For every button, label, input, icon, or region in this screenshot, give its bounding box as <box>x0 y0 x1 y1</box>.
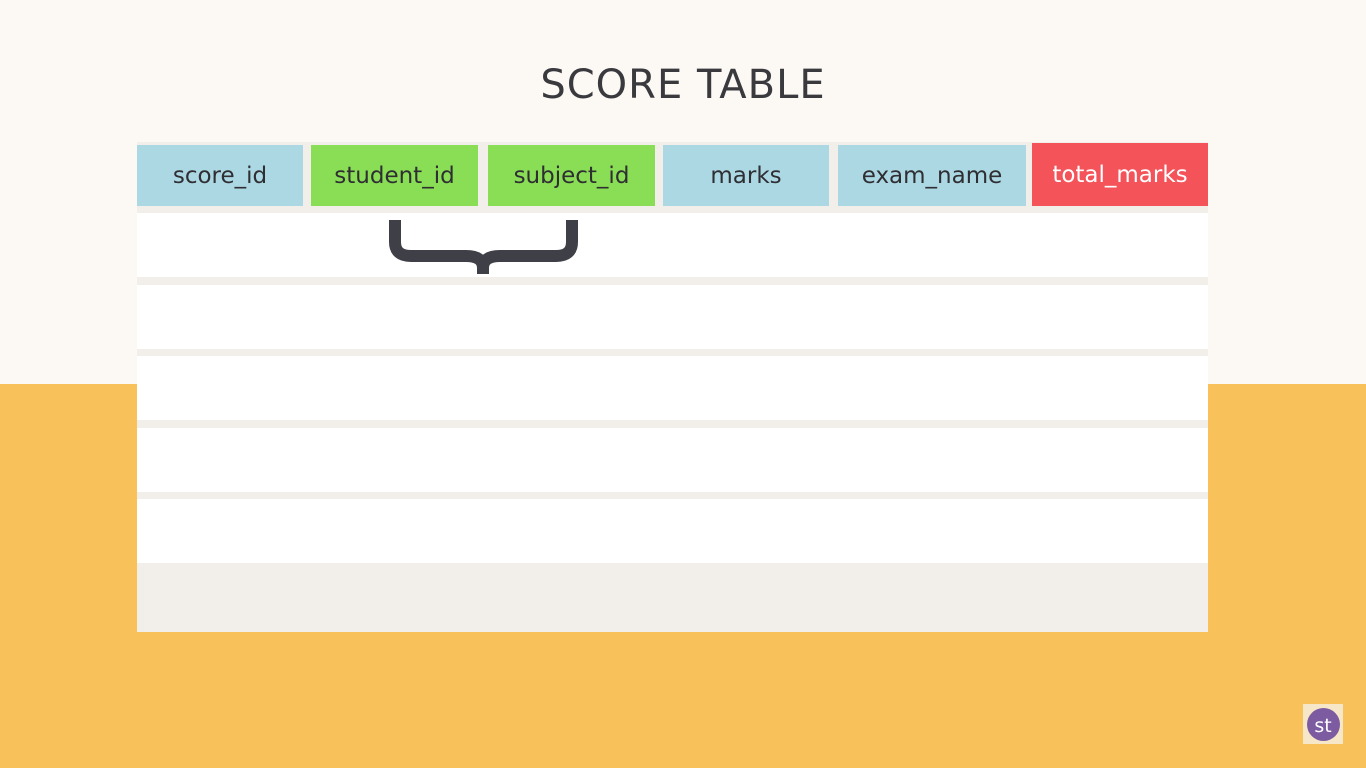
table-row <box>137 213 1208 277</box>
logo-badge: st <box>1306 707 1340 741</box>
table-row <box>137 428 1208 492</box>
table-row <box>137 356 1208 420</box>
column-header-total-marks: total_marks <box>1032 143 1208 206</box>
column-header-score-id: score_id <box>137 145 303 206</box>
table-row <box>137 499 1208 563</box>
column-header-marks: marks <box>663 145 829 206</box>
column-header-subject-id: subject_id <box>488 145 655 206</box>
diagram-title: SCORE TABLE <box>540 62 826 108</box>
column-header-student-id: student_id <box>311 145 478 206</box>
composite-key-brace <box>389 220 578 274</box>
table-row <box>137 285 1208 349</box>
column-header-exam-name: exam_name <box>838 145 1026 206</box>
channel-logo: st <box>1303 704 1343 744</box>
